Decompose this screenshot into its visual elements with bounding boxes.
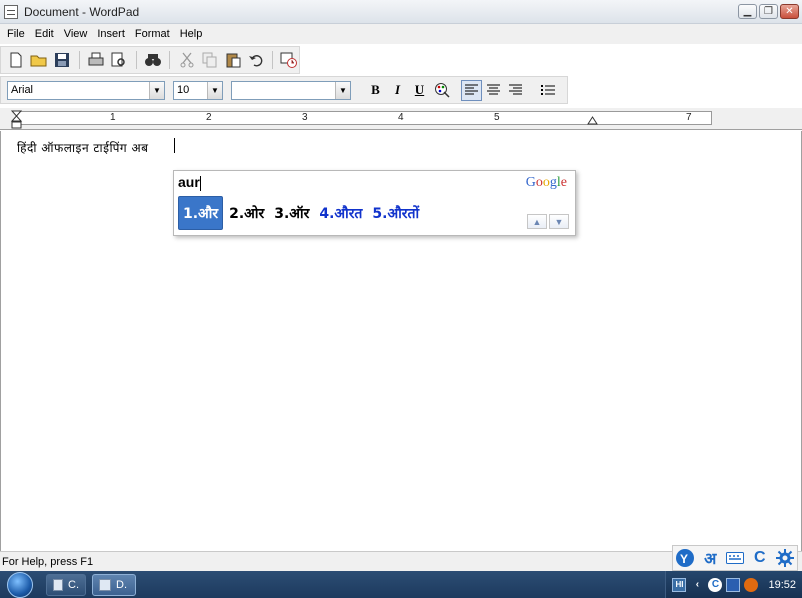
format-toolbar: Arial ▼ 10 ▼ ▼ B I U — [0, 76, 568, 104]
menu-format[interactable]: Format — [130, 28, 175, 40]
ime-candidate-4[interactable]: 4.औरत — [315, 196, 366, 230]
hindi-input-icon[interactable]: अ — [700, 548, 720, 568]
font-size-combo[interactable]: 10 ▼ — [173, 80, 223, 100]
paste-icon[interactable] — [223, 50, 242, 70]
ruler-number: 4 — [398, 112, 404, 123]
menu-edit[interactable]: Edit — [30, 28, 59, 40]
network-icon[interactable] — [726, 577, 741, 592]
gear-icon[interactable] — [775, 548, 795, 568]
taskbar-item-label: D. — [116, 578, 127, 591]
font-name-value: Arial — [11, 84, 34, 96]
script-combo[interactable]: ▼ — [231, 80, 351, 100]
svg-text:Y: Y — [680, 552, 688, 566]
ime-tray-icon[interactable]: C — [708, 577, 723, 592]
ruler[interactable]: 1 2 3 4 5 7 — [0, 108, 802, 130]
taskbar: C. D. HI ‹ C 19:52 — [0, 571, 802, 598]
ruler-number: 2 — [206, 112, 212, 123]
google-logo: Google — [525, 175, 567, 190]
ruler-number: 7 — [686, 112, 692, 123]
ruler-number: 5 — [494, 112, 500, 123]
left-indent-marker[interactable] — [11, 110, 23, 130]
ime-candidate-5[interactable]: 5.औरतों — [368, 196, 423, 230]
ime-candidate-window: aur Google 1.और 2.ओर 3.ऑर 4.औरत 5.औरतों … — [173, 170, 576, 236]
status-help-text: For Help, press F1 — [2, 555, 94, 568]
console-icon — [53, 578, 63, 591]
right-indent-marker[interactable] — [587, 115, 599, 125]
chevron-down-icon[interactable]: ▼ — [207, 81, 222, 99]
ime-page-nav: ▲ ▼ — [527, 214, 569, 229]
print-icon[interactable] — [87, 50, 106, 70]
underline-button[interactable]: U — [409, 80, 430, 101]
undo-icon[interactable] — [246, 50, 265, 70]
bold-button[interactable]: B — [365, 80, 386, 101]
close-button[interactable]: ✕ — [780, 4, 799, 19]
menu-insert[interactable]: Insert — [92, 28, 130, 40]
google-ime-icon[interactable]: Y — [675, 548, 695, 568]
print-preview-icon[interactable] — [110, 50, 129, 70]
chevron-up-icon[interactable]: ▲ — [527, 214, 547, 229]
toolbar-separator — [78, 51, 80, 69]
document-text: हिंदी ऑफलाइन टाईपिंग अब — [17, 141, 149, 155]
wordpad-icon — [99, 578, 111, 591]
menu-bar: File Edit View Insert Format Help — [0, 24, 802, 44]
ime-input-value: aur — [178, 174, 200, 190]
ime-input-text: aur — [178, 174, 201, 191]
align-left-icon[interactable] — [461, 79, 482, 101]
ime-candidate-3[interactable]: 3.ऑर — [270, 196, 313, 230]
menu-file[interactable]: File — [2, 28, 30, 40]
clock[interactable]: 19:52 — [768, 579, 796, 591]
windows-logo-icon — [7, 571, 33, 598]
copy-icon[interactable] — [200, 50, 219, 70]
maximize-button[interactable]: ❐ — [759, 4, 778, 19]
chevron-left-icon[interactable]: ‹ — [690, 578, 704, 592]
align-center-icon[interactable] — [483, 80, 504, 101]
menu-help[interactable]: Help — [175, 28, 208, 40]
align-right-icon[interactable] — [505, 80, 526, 101]
color-palette-icon[interactable] — [431, 80, 452, 101]
ime-candidate-2[interactable]: 2.ओर — [225, 196, 268, 230]
bullets-icon[interactable] — [537, 80, 558, 101]
chevron-down-icon[interactable]: ▼ — [149, 81, 164, 99]
ruler-number: 3 — [302, 112, 308, 123]
taskbar-item-label: C. — [68, 578, 79, 591]
ruler-number: 1 — [110, 112, 116, 123]
new-icon[interactable] — [7, 50, 26, 70]
language-bar: Y अ C — [672, 545, 798, 571]
save-icon[interactable] — [53, 50, 72, 70]
menu-view[interactable]: View — [59, 28, 93, 40]
antivirus-icon[interactable] — [744, 577, 759, 592]
keyboard-icon[interactable] — [725, 548, 745, 568]
italic-button[interactable]: I — [387, 80, 408, 101]
wordpad-icon — [4, 4, 18, 19]
ime-caret — [199, 175, 201, 191]
taskbar-item-cmd[interactable]: C. — [46, 573, 86, 596]
language-indicator[interactable]: HI — [672, 577, 687, 592]
standard-toolbar — [0, 46, 300, 74]
cut-icon[interactable] — [177, 50, 196, 70]
ime-candidate-list: 1.और 2.ओर 3.ऑर 4.औरत 5.औरतों — [178, 196, 425, 230]
system-tray: HI ‹ C 19:52 — [665, 571, 802, 598]
c-mode-icon[interactable]: C — [750, 548, 770, 568]
toolbar-separator — [169, 51, 171, 69]
insert-date-time-icon[interactable] — [280, 50, 299, 70]
window-title: Document - WordPad — [24, 4, 140, 19]
find-icon[interactable] — [144, 50, 163, 70]
title-bar: Document - WordPad ▁ ❐ ✕ — [0, 0, 802, 24]
taskbar-item-document[interactable]: D. — [92, 573, 136, 596]
font-name-combo[interactable]: Arial ▼ — [7, 80, 165, 100]
text-caret — [174, 138, 175, 153]
ime-candidate-1[interactable]: 1.और — [178, 196, 224, 230]
minimize-button[interactable]: ▁ — [738, 4, 757, 19]
toolbar-separator — [135, 51, 137, 69]
ruler-strip: 1 2 3 4 5 7 — [16, 111, 712, 125]
start-button[interactable] — [0, 571, 40, 598]
window-controls: ▁ ❐ ✕ — [738, 4, 799, 19]
chevron-down-icon[interactable]: ▼ — [549, 214, 569, 229]
chevron-down-icon[interactable]: ▼ — [335, 81, 350, 99]
toolbar-separator — [272, 51, 274, 69]
open-icon[interactable] — [30, 50, 49, 70]
font-size-value: 10 — [177, 84, 190, 96]
